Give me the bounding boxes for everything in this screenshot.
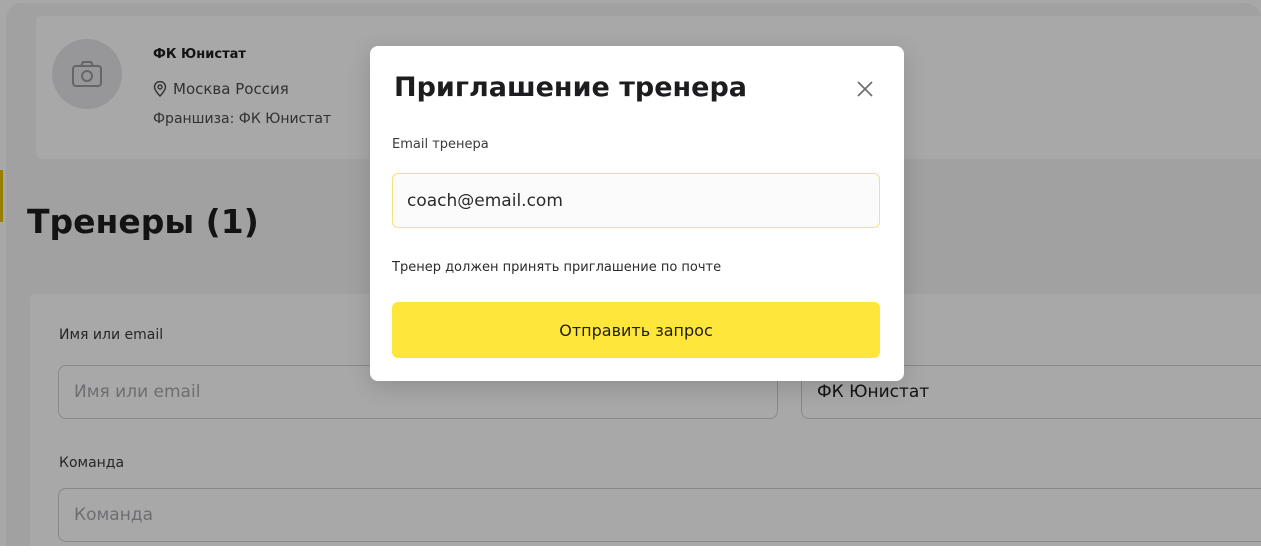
send-request-button[interactable]: Отправить запрос [392, 302, 880, 358]
close-button[interactable] [852, 76, 878, 102]
email-input[interactable] [392, 173, 880, 228]
email-label: Email тренера [392, 137, 489, 152]
invite-coach-modal: Приглашение тренера Email тренера Тренер… [370, 46, 904, 381]
invite-hint: Тренер должен принять приглашение по поч… [392, 260, 722, 275]
close-icon [857, 81, 873, 97]
modal-title: Приглашение тренера [394, 72, 748, 103]
